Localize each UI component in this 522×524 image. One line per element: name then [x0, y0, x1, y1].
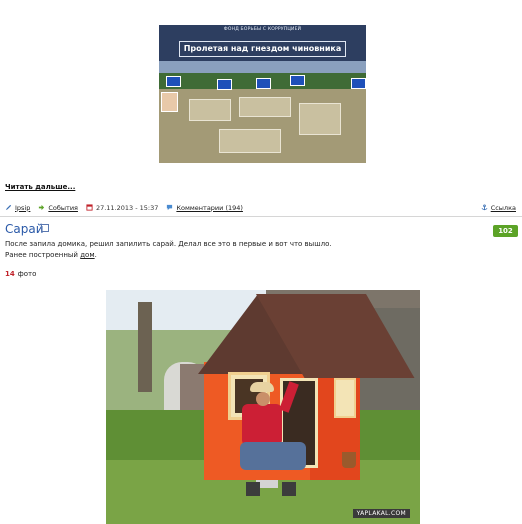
banner-org: ФОНД БОРЬБЫ С КОРРУПЦИЕЙ — [223, 27, 302, 32]
comments-link[interactable]: Комментарии (194) — [176, 204, 243, 212]
calendar-icon — [86, 204, 93, 211]
shed-side-window — [334, 378, 356, 418]
external-link-icon[interactable] — [41, 224, 49, 232]
portrait-photo — [161, 92, 178, 112]
photo-count: 14 фото — [5, 270, 36, 278]
arrow-right-icon — [39, 204, 45, 211]
flag-icon — [256, 78, 271, 89]
teaser-image[interactable]: ФОНД БОРЬБЫ С КОРРУПЦИЕЙ Пролетая над гн… — [159, 25, 366, 163]
meta-permalink: Ссылка — [481, 204, 516, 212]
watermark: YAPLAKAL.COM — [352, 509, 410, 518]
post-title[interactable]: Сарай — [5, 222, 44, 236]
banner-plot — [239, 97, 291, 117]
rating-badge: 102 — [493, 225, 518, 237]
post-date: 27.11.2013 - 15:37 — [95, 203, 159, 212]
person-shoe — [246, 482, 260, 496]
banner-plot — [219, 129, 281, 153]
person-shoe — [282, 482, 296, 496]
photo-count-number: 14 — [5, 270, 15, 278]
meta-category: События — [38, 204, 78, 212]
description-line-1: После запила домика, решил запилить сара… — [5, 240, 332, 248]
flag-icon — [351, 78, 366, 89]
meta-comments: Комментарии (194) — [166, 204, 243, 212]
post-divider — [0, 216, 522, 217]
category-link[interactable]: События — [48, 204, 78, 212]
banner-title: Пролетая над гнездом чиновника — [179, 41, 346, 57]
person-legs — [240, 442, 306, 470]
permalink-link[interactable]: Ссылка — [491, 204, 516, 212]
wooden-post — [138, 302, 152, 392]
author-link[interactable]: Ipsip — [15, 204, 30, 212]
flag-icon — [166, 76, 181, 87]
banner-header: ФОНД БОРЬБЫ С КОРРУПЦИЕЙ Пролетая над гн… — [159, 25, 366, 61]
person-face — [256, 392, 270, 406]
pencil-icon — [5, 204, 12, 211]
photo-count-label: фото — [17, 270, 37, 278]
person-body — [242, 404, 282, 446]
read-more-link[interactable]: Читать дальше... — [5, 183, 75, 191]
comment-icon — [167, 204, 173, 211]
banner-plot — [189, 99, 231, 121]
banner-plot — [299, 103, 341, 135]
banner-ground — [159, 89, 366, 163]
description-suffix: . — [94, 251, 97, 259]
flag-icon — [217, 79, 232, 90]
meta-author: Ipsip — [5, 204, 30, 212]
anchor-icon — [481, 204, 488, 211]
post-photo[interactable]: YAPLAKAL.COM — [106, 290, 420, 524]
person-hat — [250, 382, 274, 392]
post-description: После запила домика, решил запилить сара… — [5, 239, 332, 261]
post-meta-bar: Ipsip События 27.11.2013 - 15:37 Коммент… — [5, 202, 518, 213]
flower-pot — [342, 452, 356, 468]
description-line-2: Ранее построенный дом. — [5, 250, 332, 261]
description-prefix: Ранее построенный — [5, 251, 81, 259]
banner-sky — [159, 61, 366, 73]
flag-icon — [290, 75, 305, 86]
house-link[interactable]: дом — [80, 251, 94, 259]
meta-date: 27.11.2013 - 15:37 — [86, 204, 158, 212]
